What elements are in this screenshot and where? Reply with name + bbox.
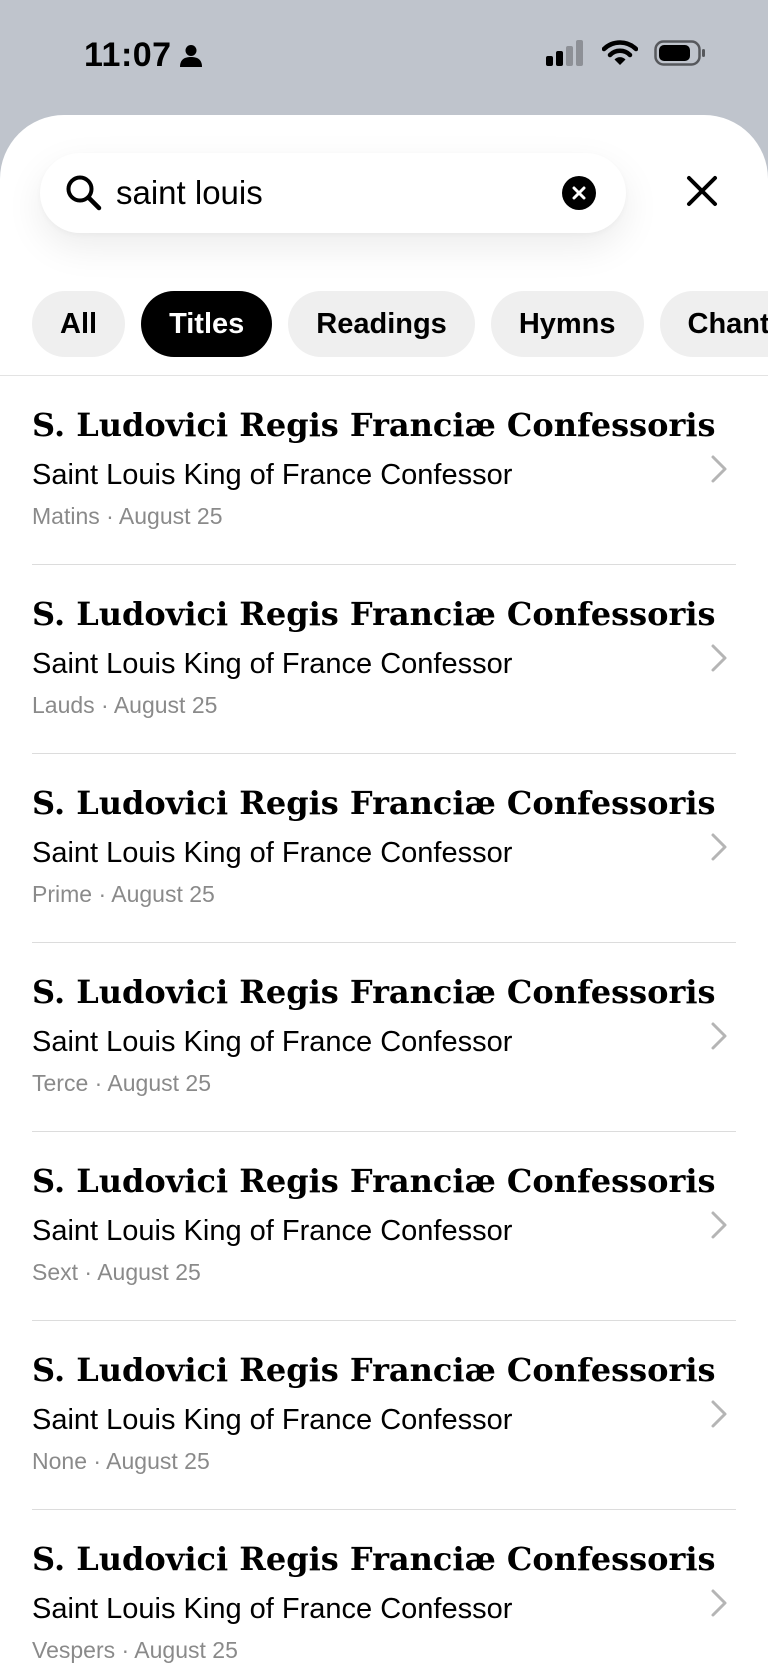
result-english-title: Saint Louis King of France Confessor — [32, 1026, 513, 1058]
status-time-text: 11:07 — [84, 36, 172, 74]
chevron-right-icon — [711, 1211, 727, 1239]
chevron-right-icon — [711, 1589, 727, 1617]
close-search-button[interactable] — [682, 171, 722, 211]
chevron-right-icon — [711, 833, 727, 861]
filter-titles[interactable]: Titles — [141, 291, 273, 357]
search-input[interactable] — [116, 153, 536, 233]
chevron-right-icon — [711, 455, 727, 483]
chevron-right-icon — [711, 1400, 727, 1428]
result-meta: Terce · August 25 — [32, 1070, 211, 1096]
result-latin-title: S. Ludovici Regis Franciæ Confessoris — [32, 973, 716, 1011]
result-english-title: Saint Louis King of France Confessor — [32, 459, 513, 491]
filter-all[interactable]: All — [32, 291, 126, 357]
result-english-title: Saint Louis King of France Confessor — [32, 1593, 513, 1625]
result-english-title: Saint Louis King of France Confessor — [32, 1215, 513, 1247]
result-meta: Prime · August 25 — [32, 881, 215, 907]
result-latin-title: S. Ludovici Regis Franciæ Confessoris — [32, 1540, 716, 1578]
search-box[interactable] — [40, 153, 626, 233]
result-meta: Lauds · August 25 — [32, 692, 218, 718]
filter-tabs: All Titles Readings Hymns Chants — [32, 291, 768, 357]
chevron-right-icon — [711, 1022, 727, 1050]
status-time: 11:07 — [84, 36, 202, 75]
result-item[interactable]: S. Ludovici Regis Franciæ Confessoris Sa… — [0, 1510, 768, 1665]
result-latin-title: S. Ludovici Regis Franciæ Confessoris — [32, 1162, 716, 1200]
result-meta: Vespers · August 25 — [32, 1637, 238, 1663]
search-row — [0, 115, 768, 275]
filter-hymns[interactable]: Hymns — [490, 291, 644, 357]
signal-icon — [546, 40, 583, 66]
result-latin-title: S. Ludovici Regis Franciæ Confessoris — [32, 406, 716, 444]
result-meta: Matins · August 25 — [32, 503, 223, 529]
battery-icon — [654, 40, 705, 66]
result-english-title: Saint Louis King of France Confessor — [32, 1404, 513, 1436]
result-latin-title: S. Ludovici Regis Franciæ Confessoris — [32, 1351, 716, 1389]
result-english-title: Saint Louis King of France Confessor — [32, 648, 513, 680]
result-latin-title: S. Ludovici Regis Franciæ Confessoris — [32, 595, 716, 633]
close-icon — [687, 176, 717, 206]
chevron-right-icon — [711, 644, 727, 672]
wifi-icon — [602, 40, 638, 65]
status-indicators — [546, 40, 706, 66]
search-sheet: All Titles Readings Hymns Chants S. Ludo… — [0, 115, 768, 1665]
result-item[interactable]: S. Ludovici Regis Franciæ Confessoris Sa… — [0, 565, 768, 754]
result-english-title: Saint Louis King of France Confessor — [32, 837, 513, 869]
result-meta: Sext · August 25 — [32, 1259, 201, 1285]
clear-icon — [572, 186, 586, 200]
filter-readings[interactable]: Readings — [288, 291, 475, 357]
result-item[interactable]: S. Ludovici Regis Franciæ Confessoris Sa… — [0, 943, 768, 1132]
result-item[interactable]: S. Ludovici Regis Franciæ Confessoris Sa… — [0, 754, 768, 943]
result-latin-title: S. Ludovici Regis Franciæ Confessoris — [32, 784, 716, 822]
result-item[interactable]: S. Ludovici Regis Franciæ Confessoris Sa… — [0, 1132, 768, 1321]
result-item[interactable]: S. Ludovici Regis Franciæ Confessoris Sa… — [0, 376, 768, 565]
search-icon — [66, 175, 102, 211]
status-bar: 11:07 — [0, 0, 768, 115]
result-meta: None · August 25 — [32, 1448, 210, 1474]
filter-chants[interactable]: Chants — [659, 291, 768, 357]
result-item[interactable]: S. Ludovici Regis Franciæ Confessoris Sa… — [0, 1321, 768, 1510]
results-list: S. Ludovici Regis Franciæ Confessoris Sa… — [0, 376, 768, 1665]
clear-search-button[interactable] — [562, 176, 596, 210]
person-icon — [179, 44, 202, 67]
